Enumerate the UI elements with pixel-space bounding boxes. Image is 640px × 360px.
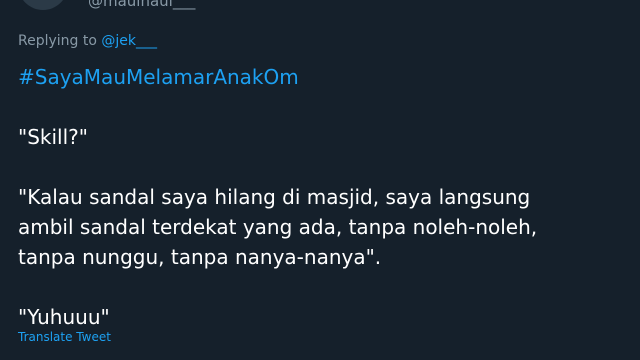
tweet-card: @maulhaul___ Replying to @jek___ #SayaMa… (0, 0, 640, 360)
tweet-text: #SayaMauMelamarAnakOm "Skill?" "Kalau sa… (18, 62, 623, 332)
replying-to-line: Replying to @jek___ (18, 33, 157, 49)
hashtag-link[interactable]: #SayaMauMelamarAnakOm (18, 65, 299, 89)
tweet-paragraph: "Skill?" (18, 125, 88, 149)
replying-to-link[interactable]: @jek___ (101, 33, 157, 49)
tweet-paragraph: "Yuhuuu" (18, 305, 110, 329)
user-handle[interactable]: @maulhaul___ (88, 0, 195, 10)
replying-to-label: Replying to (18, 33, 97, 49)
tweet-paragraph-line: ambil sandal terdekat yang ada, tanpa no… (18, 215, 538, 239)
translate-tweet-link[interactable]: Translate Tweet (18, 330, 111, 344)
tweet-paragraph-line: tanpa nunggu, tanpa nanya-nanya". (18, 245, 382, 269)
tweet-hashtag-line: #SayaMauMelamarAnakOm (18, 62, 623, 92)
tweet-paragraph-line: "Kalau sandal saya hilang di masjid, say… (18, 185, 531, 209)
avatar[interactable] (18, 0, 68, 10)
